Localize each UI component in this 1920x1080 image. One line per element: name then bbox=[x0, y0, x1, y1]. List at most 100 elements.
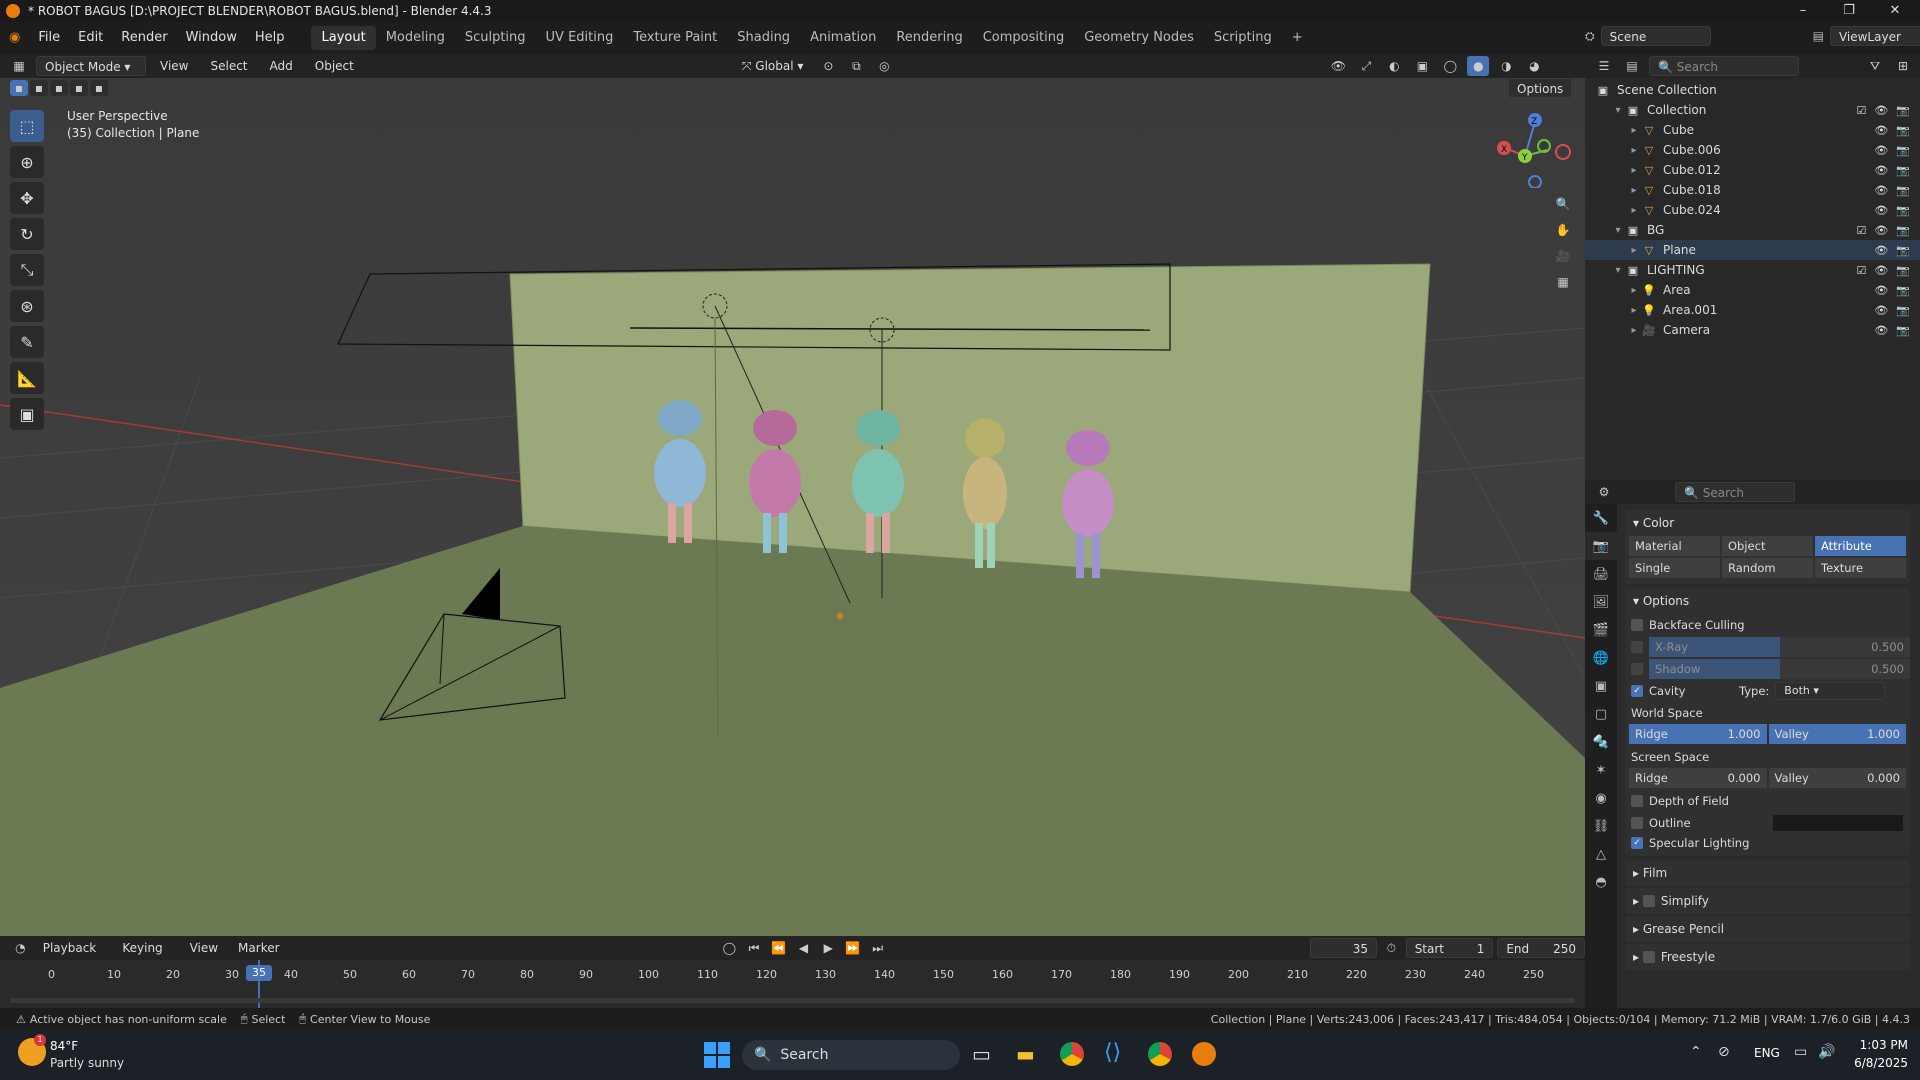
expand-toggle-icon[interactable]: ▸ bbox=[1627, 125, 1641, 136]
jump-start-icon[interactable]: ⏮ bbox=[744, 938, 765, 958]
annotate-tool-icon[interactable]: ✎ bbox=[10, 326, 44, 358]
render-visibility-icon[interactable]: 📷 bbox=[1896, 164, 1910, 177]
exclude-checkbox[interactable]: ☑ bbox=[1856, 104, 1866, 117]
rendered-shading-icon[interactable]: ◕ bbox=[1523, 56, 1545, 76]
vscode-icon[interactable]: ⟨⟩ bbox=[1104, 1040, 1121, 1065]
eye-icon[interactable]: 👁 bbox=[1874, 304, 1888, 317]
eye-icon[interactable]: 👁 bbox=[1874, 284, 1888, 297]
expand-toggle-icon[interactable]: ▸ bbox=[1627, 325, 1641, 336]
outliner-row[interactable]: ▾ ▣ BG ☑ 👁 📷 bbox=[1585, 220, 1920, 240]
minimize-button[interactable]: – bbox=[1780, 0, 1826, 22]
ridge-screen-slider[interactable]: Ridge 0.000 bbox=[1629, 768, 1767, 788]
camera-view-icon[interactable]: 🎥 bbox=[1552, 246, 1574, 266]
expand-toggle-icon[interactable]: ▸ bbox=[1627, 185, 1641, 196]
outliner-row[interactable]: ▸ ▽ Cube.012 👁 📷 bbox=[1585, 160, 1920, 180]
backface-culling-checkbox[interactable]: Backface Culling bbox=[1625, 614, 1910, 636]
physics-tab-icon[interactable]: ◉ bbox=[1585, 784, 1617, 812]
grease-pencil-panel[interactable]: ▸ Grease Pencil bbox=[1625, 916, 1910, 942]
eye-icon[interactable]: 👁 bbox=[1874, 124, 1888, 137]
menu-select[interactable]: Select bbox=[202, 56, 255, 76]
expand-toggle-icon[interactable]: ▸ bbox=[1627, 305, 1641, 316]
start-frame-field[interactable]: Start 1 bbox=[1405, 938, 1494, 958]
rotate-tool-icon[interactable]: ↻ bbox=[10, 218, 44, 250]
start-button-icon[interactable] bbox=[704, 1042, 730, 1068]
color-texture-button[interactable]: Texture bbox=[1815, 558, 1906, 578]
pivot-icon[interactable]: ⊙ bbox=[817, 56, 839, 76]
eye-icon[interactable]: 👁 bbox=[1874, 224, 1888, 237]
tab-animation[interactable]: Animation bbox=[800, 26, 886, 50]
color-single-button[interactable]: Single bbox=[1629, 558, 1720, 578]
constraints-tab-icon[interactable]: ⛓ bbox=[1585, 812, 1617, 840]
view-layer-selector[interactable]: ViewLayer bbox=[1829, 26, 1920, 46]
outliner-row[interactable]: ▸ ▽ Cube.018 👁 📷 bbox=[1585, 180, 1920, 200]
film-panel[interactable]: ▸ Film bbox=[1625, 860, 1910, 886]
expand-toggle-icon[interactable]: ▸ bbox=[1627, 245, 1641, 256]
eye-icon[interactable]: 👁 bbox=[1874, 164, 1888, 177]
tab-sculpting[interactable]: Sculpting bbox=[455, 26, 536, 50]
select-subtract-icon[interactable]: ▪ bbox=[50, 80, 68, 96]
tab-geometry-nodes[interactable]: Geometry Nodes bbox=[1074, 26, 1204, 50]
expand-toggle-icon[interactable]: ▸ bbox=[1627, 145, 1641, 156]
eye-icon[interactable]: 👁 bbox=[1874, 324, 1888, 337]
output-tab-icon[interactable]: 🖨 bbox=[1585, 560, 1617, 588]
end-frame-field[interactable]: End 250 bbox=[1497, 938, 1585, 958]
tab-modeling[interactable]: Modeling bbox=[376, 26, 455, 50]
menu-object[interactable]: Object bbox=[307, 56, 362, 76]
color-random-button[interactable]: Random bbox=[1722, 558, 1813, 578]
render-tab-icon[interactable]: 📷 bbox=[1585, 532, 1617, 560]
play-icon[interactable]: ▶ bbox=[818, 938, 839, 958]
tab-rendering[interactable]: Rendering bbox=[886, 26, 972, 50]
playhead-label[interactable]: 35 bbox=[246, 965, 272, 981]
valley-world-slider[interactable]: Valley 1.000 bbox=[1768, 724, 1906, 744]
chrome-icon[interactable] bbox=[1148, 1042, 1172, 1066]
eye-icon[interactable]: 👁 bbox=[1874, 204, 1888, 217]
collection-tab-icon[interactable]: ▣ bbox=[1585, 672, 1617, 700]
particles-tab-icon[interactable]: ✶ bbox=[1585, 756, 1617, 784]
shadow-checkbox[interactable] bbox=[1631, 663, 1643, 675]
expand-toggle-icon[interactable]: ▾ bbox=[1611, 225, 1625, 236]
perspective-toggle-icon[interactable]: ▦ bbox=[1552, 272, 1574, 292]
visibility-icon[interactable]: 👁 bbox=[1327, 56, 1349, 76]
zoom-icon[interactable]: 🔍 bbox=[1552, 194, 1574, 214]
transform-orientation[interactable]: ⤧ Global ▾ bbox=[734, 56, 812, 76]
marker-menu[interactable]: Marker bbox=[230, 938, 287, 958]
color-object-button[interactable]: Object bbox=[1722, 536, 1813, 556]
expand-toggle-icon[interactable]: ▾ bbox=[1611, 105, 1625, 116]
add-cube-tool-icon[interactable]: ▣ bbox=[10, 398, 44, 430]
outliner-row[interactable]: ▸ 🎥 Camera 👁 📷 bbox=[1585, 320, 1920, 340]
simplify-panel[interactable]: ▸ Simplify bbox=[1625, 888, 1910, 914]
scene-selector[interactable]: Scene bbox=[1600, 26, 1711, 46]
select-box-tool-icon[interactable]: ⬚ bbox=[10, 110, 44, 142]
options-button[interactable]: Options bbox=[1508, 78, 1573, 98]
outliner-row[interactable]: ▸ ▽ Cube.006 👁 📷 bbox=[1585, 140, 1920, 160]
render-visibility-icon[interactable]: 📷 bbox=[1896, 184, 1910, 197]
next-key-icon[interactable]: ⏩ bbox=[843, 938, 864, 958]
expand-toggle-icon[interactable]: ▾ bbox=[1611, 265, 1625, 276]
eye-icon[interactable]: 👁 bbox=[1874, 244, 1888, 257]
playback-menu[interactable]: Playback ▾ bbox=[35, 938, 111, 975]
play-reverse-icon[interactable]: ◀ bbox=[793, 938, 814, 958]
outliner-row[interactable]: ▸ ▽ Cube 👁 📷 bbox=[1585, 120, 1920, 140]
editor-type-icon[interactable]: ▦ bbox=[8, 56, 30, 76]
scale-tool-icon[interactable]: ⤡ bbox=[10, 254, 44, 286]
color-material-button[interactable]: Material bbox=[1629, 536, 1720, 556]
modifier-tab-icon[interactable]: 🔩 bbox=[1585, 728, 1617, 756]
clock-date[interactable]: 6/8/2025 bbox=[1838, 1056, 1908, 1070]
exclude-checkbox[interactable]: ☑ bbox=[1856, 224, 1866, 237]
menu-add[interactable]: Add bbox=[262, 56, 301, 76]
material-tab-icon[interactable]: ◓ bbox=[1585, 868, 1617, 896]
menu-render[interactable]: Render bbox=[112, 22, 176, 54]
network-icon[interactable]: ⊘ bbox=[1718, 1044, 1730, 1060]
properties-search[interactable]: 🔍 Search bbox=[1675, 482, 1795, 502]
task-view-icon[interactable]: ▭ bbox=[972, 1042, 991, 1066]
file-explorer-icon[interactable]: ▬ bbox=[1016, 1042, 1035, 1066]
transform-tool-icon[interactable]: ⊛ bbox=[10, 290, 44, 322]
wireframe-shading-icon[interactable]: ◯ bbox=[1439, 56, 1461, 76]
select-intersect-icon[interactable]: ▪ bbox=[90, 80, 108, 96]
snap-icon[interactable]: ⧉ bbox=[845, 56, 867, 76]
new-collection-icon[interactable]: ⊞ bbox=[1892, 56, 1914, 76]
color-attribute-button[interactable]: Attribute bbox=[1815, 536, 1906, 556]
prev-key-icon[interactable]: ⏪ bbox=[768, 938, 789, 958]
tab-scripting[interactable]: Scripting bbox=[1204, 26, 1282, 50]
close-button[interactable]: ✕ bbox=[1872, 0, 1918, 22]
